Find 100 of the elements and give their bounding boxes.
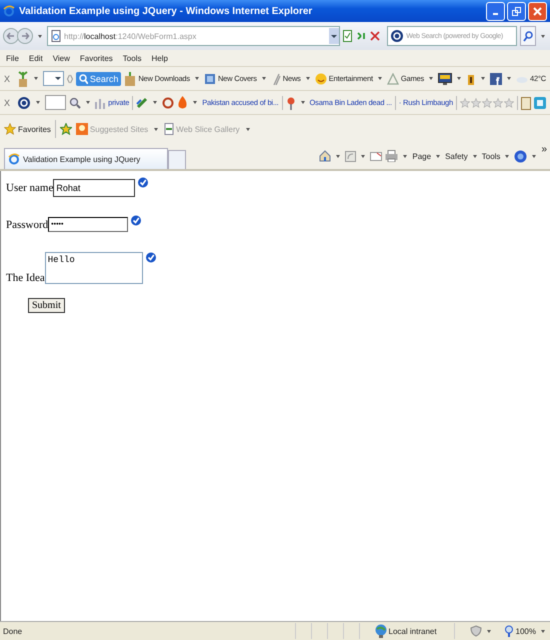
caret-icon[interactable] <box>336 154 340 158</box>
caret-icon[interactable] <box>153 101 158 104</box>
caret-icon[interactable] <box>262 77 266 80</box>
ring-icon[interactable] <box>162 96 174 108</box>
flame-icon[interactable] <box>177 96 188 109</box>
text-field[interactable]: Rohat <box>53 179 136 197</box>
caret-icon[interactable] <box>507 77 512 80</box>
search-button[interactable] <box>520 26 536 46</box>
menu-item[interactable]: Help <box>151 54 168 62</box>
search-icon <box>523 30 534 42</box>
caret-icon[interactable] <box>378 77 382 80</box>
caret-icon[interactable] <box>194 77 199 80</box>
minimize-button[interactable] <box>486 2 505 20</box>
star-icon <box>482 98 492 108</box>
close-button[interactable] <box>528 2 547 20</box>
zone-label: Local intranet <box>388 626 437 636</box>
search-combo-box[interactable] <box>43 71 64 86</box>
star-icon <box>471 98 481 108</box>
back-forward-buttons[interactable] <box>3 27 33 45</box>
caret-icon[interactable] <box>541 630 545 632</box>
resize-handle-icon[interactable] <box>66 74 73 84</box>
zoom-control[interactable]: 100% <box>504 625 536 637</box>
caret-icon[interactable] <box>361 154 366 158</box>
star-rating[interactable] <box>460 98 514 108</box>
dropdown-button[interactable] <box>329 28 340 44</box>
caret-icon[interactable] <box>306 77 310 80</box>
link-label: Suggested Sites <box>90 124 148 134</box>
caret-icon[interactable] <box>429 77 434 80</box>
print-icon[interactable] <box>385 150 398 162</box>
plant-icon[interactable] <box>17 70 30 88</box>
address-field[interactable]: http://localhost:1240/WebForm1.aspx <box>47 26 340 46</box>
command-menu[interactable]: Tools <box>482 152 500 160</box>
caret-icon[interactable] <box>505 154 510 158</box>
browser-icon <box>8 153 20 165</box>
add-favorite-icon[interactable] <box>60 123 72 135</box>
caret-icon[interactable] <box>436 154 440 158</box>
page-icon <box>164 123 174 135</box>
square-f-icon[interactable] <box>490 72 502 84</box>
caret-icon[interactable] <box>36 101 40 104</box>
clipboard-icon[interactable] <box>521 96 531 110</box>
search-icon[interactable] <box>69 96 82 108</box>
link-label: Web Slice Gallery <box>176 124 240 134</box>
caret-icon[interactable] <box>472 154 477 158</box>
search-button[interactable]: Search <box>76 72 122 86</box>
smiley-icon <box>314 72 327 84</box>
caret-icon[interactable] <box>193 101 198 104</box>
home-icon[interactable] <box>319 150 332 162</box>
menu-item[interactable]: File <box>6 54 19 62</box>
field-label: The Idea <box>6 272 45 284</box>
button-label: Search <box>90 74 118 84</box>
field-label: User name <box>6 182 54 194</box>
caret-icon[interactable] <box>300 101 305 104</box>
status-text: Done <box>3 626 24 636</box>
compatibility-icon[interactable] <box>343 30 352 42</box>
caret-icon[interactable] <box>532 154 536 158</box>
restore-button[interactable] <box>507 2 526 20</box>
close-toolbar-button[interactable]: X <box>4 74 10 84</box>
menu-item[interactable]: Tools <box>122 54 142 62</box>
window-title: Validation Example using JQuery - Windows Internet Explorer <box>19 6 314 16</box>
caret-icon[interactable] <box>403 154 408 158</box>
restore-icon <box>512 6 521 16</box>
menu-item[interactable]: Favorites <box>80 54 113 62</box>
shield-icon[interactable] <box>470 625 482 637</box>
caret-icon[interactable] <box>481 77 486 80</box>
caret-icon[interactable] <box>457 77 462 80</box>
button-label: Favorites <box>18 124 51 134</box>
stop-icon[interactable] <box>370 31 380 41</box>
mail-icon[interactable] <box>370 152 382 160</box>
caret-icon[interactable] <box>541 34 545 38</box>
bulb-icon <box>76 123 88 135</box>
caret-icon[interactable] <box>486 630 491 632</box>
browser-icon <box>3 5 15 17</box>
caret-icon[interactable] <box>86 101 90 104</box>
page-icon <box>51 30 61 42</box>
triangle-icon <box>386 72 399 84</box>
square-icon[interactable] <box>534 96 546 108</box>
command-menu[interactable]: Page <box>412 152 432 160</box>
caret-icon[interactable] <box>34 77 38 80</box>
menu-item[interactable]: View <box>52 54 70 62</box>
tab-label: Validation Example using JQuery <box>23 154 140 164</box>
text-area[interactable]: Hello <box>44 252 143 284</box>
command-menu[interactable]: Safety <box>445 152 468 160</box>
more-button[interactable]: » <box>541 144 547 155</box>
star-icon <box>460 98 470 108</box>
close-toolbar-button[interactable]: X <box>4 98 10 108</box>
submit-button[interactable]: Submit <box>28 298 65 313</box>
star-icon <box>504 98 514 108</box>
caret-icon[interactable] <box>38 34 42 38</box>
monitor-icon[interactable] <box>438 72 452 84</box>
zoom-level: 100% <box>516 626 536 636</box>
star-icon <box>4 123 16 135</box>
caret-icon[interactable] <box>154 128 158 130</box>
caret-icon[interactable] <box>246 128 250 130</box>
box-icon <box>124 72 136 86</box>
menu-item[interactable]: Edit <box>28 54 43 62</box>
browser-tab[interactable]: Validation Example using JQuery <box>4 148 168 169</box>
search-input[interactable] <box>45 95 66 110</box>
search-icon <box>78 74 88 84</box>
favorites-button[interactable]: Favorites <box>4 123 51 135</box>
pin-icon[interactable] <box>286 96 296 110</box>
